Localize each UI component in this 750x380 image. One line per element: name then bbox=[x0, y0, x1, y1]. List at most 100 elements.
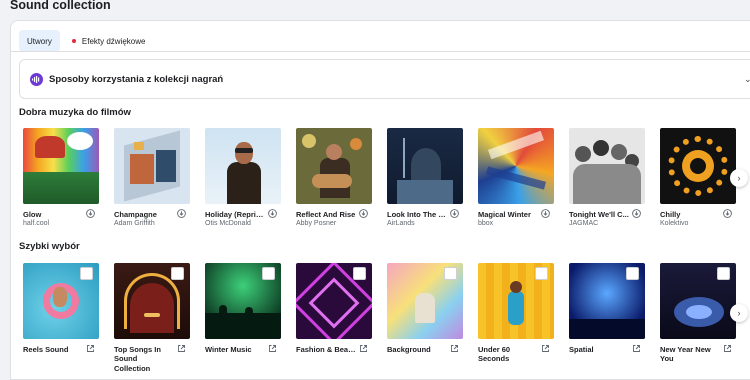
select-checkbox[interactable] bbox=[353, 267, 366, 280]
playlist-cover bbox=[296, 263, 372, 339]
track-title: Chilly bbox=[660, 210, 681, 219]
download-icon[interactable] bbox=[540, 208, 550, 218]
track-artist: bbox bbox=[478, 220, 494, 228]
playlist-cover bbox=[569, 263, 645, 339]
playlist-title: Under 60 Seconds bbox=[478, 345, 511, 364]
album-cover bbox=[569, 128, 645, 204]
select-checkbox[interactable] bbox=[171, 267, 184, 280]
playlist-title: Reels Sound bbox=[23, 345, 69, 354]
tab-bar: Utwory Efekty dźwiękowe bbox=[19, 30, 153, 52]
external-link-icon[interactable] bbox=[631, 343, 641, 353]
accordion-title: Sposoby korzystania z kolekcji nagrań bbox=[49, 73, 224, 85]
track-artist: Kolektivo bbox=[660, 220, 689, 228]
album-cover bbox=[660, 128, 736, 204]
playlist-title: Fashion & Beauty bbox=[296, 345, 356, 354]
external-link-icon[interactable] bbox=[449, 343, 459, 353]
download-icon[interactable] bbox=[85, 208, 95, 218]
playlist-cover bbox=[205, 263, 281, 339]
external-link-icon[interactable] bbox=[540, 343, 550, 353]
download-icon[interactable] bbox=[176, 208, 186, 218]
playlist-title: Top Songs In Sound Collection bbox=[114, 345, 161, 373]
playlist-title: Spatial bbox=[569, 345, 594, 354]
playlist-card[interactable]: Top Songs In Sound Collection bbox=[114, 263, 190, 373]
select-checkbox[interactable] bbox=[80, 267, 93, 280]
track-title: Holiday (Reprise) bbox=[205, 210, 265, 219]
download-icon[interactable] bbox=[358, 208, 368, 218]
playlist-card[interactable]: Spatial bbox=[569, 263, 645, 373]
playlist-cover bbox=[478, 263, 554, 339]
playlist-card[interactable]: Fashion & Beauty bbox=[296, 263, 372, 373]
chevron-down-icon[interactable]: ⌄ bbox=[744, 74, 750, 85]
playlist-title: New Year New You bbox=[660, 345, 711, 364]
section-title-films: Dobra muzyka do filmów bbox=[19, 107, 131, 118]
track-card[interactable]: Chilly Kolektivo bbox=[660, 128, 736, 227]
track-card[interactable]: Tonight We'll C... JAGMAC bbox=[569, 128, 645, 227]
select-checkbox[interactable] bbox=[444, 267, 457, 280]
track-title: Look Into The D... bbox=[387, 210, 447, 219]
select-checkbox[interactable] bbox=[535, 267, 548, 280]
external-link-icon[interactable] bbox=[85, 343, 95, 353]
tab-sound-effects[interactable]: Efekty dźwiękowe bbox=[60, 30, 154, 52]
track-card[interactable]: Champagne Adam Griffith bbox=[114, 128, 190, 227]
track-artist: Abby Posner bbox=[296, 220, 337, 228]
select-checkbox[interactable] bbox=[717, 267, 730, 280]
playlist-title: Background bbox=[387, 345, 431, 354]
chevron-right-icon: › bbox=[737, 308, 741, 318]
next-arrow-films[interactable]: › bbox=[730, 169, 748, 187]
playlist-cover bbox=[387, 263, 463, 339]
download-icon[interactable] bbox=[267, 208, 277, 218]
select-checkbox[interactable] bbox=[262, 267, 275, 280]
track-title: Reflect And Rise bbox=[296, 210, 356, 219]
track-card[interactable]: Glow half.cool bbox=[23, 128, 99, 227]
track-title: Tonight We'll C... bbox=[569, 210, 629, 219]
playlist-card[interactable]: Background bbox=[387, 263, 463, 373]
track-card[interactable]: Magical Winter bbox bbox=[478, 128, 554, 227]
tab-label: Efekty dźwiękowe bbox=[81, 36, 146, 46]
usage-accordion[interactable]: Sposoby korzystania z kolekcji nagrań ⌄ bbox=[19, 59, 750, 99]
playlist-cover bbox=[114, 263, 190, 339]
album-cover bbox=[205, 128, 281, 204]
playlist-cover bbox=[23, 263, 99, 339]
playlist-title: Winter Music bbox=[205, 345, 252, 354]
external-link-icon[interactable] bbox=[722, 343, 732, 353]
playlist-card[interactable]: Reels Sound bbox=[23, 263, 99, 373]
next-arrow-quick[interactable]: › bbox=[730, 304, 748, 322]
quick-row: Reels Sound Top Songs In Sound Collectio… bbox=[23, 263, 750, 373]
track-card[interactable]: Reflect And Rise Abby Posner bbox=[296, 128, 372, 227]
external-link-icon[interactable] bbox=[358, 343, 368, 353]
download-icon[interactable] bbox=[631, 208, 641, 218]
chevron-right-icon: › bbox=[737, 173, 741, 183]
external-link-icon[interactable] bbox=[267, 343, 277, 353]
tab-divider bbox=[11, 51, 750, 52]
tab-tracks[interactable]: Utwory bbox=[19, 30, 60, 52]
album-cover bbox=[478, 128, 554, 204]
films-row: Glow half.cool Champagne Adam Griffith H… bbox=[23, 128, 750, 227]
track-card[interactable]: Holiday (Reprise) Otis McDonald bbox=[205, 128, 281, 227]
section-title-quick: Szybki wybór bbox=[19, 241, 80, 252]
track-artist: half.cool bbox=[23, 220, 50, 228]
sound-collection-panel: Utwory Efekty dźwiękowe Sposoby korzysta… bbox=[10, 20, 750, 380]
track-artist: Adam Griffith bbox=[114, 220, 155, 228]
album-cover bbox=[296, 128, 372, 204]
album-cover bbox=[114, 128, 190, 204]
track-artist: Otis McDonald bbox=[205, 220, 251, 228]
tab-label: Utwory bbox=[27, 36, 52, 46]
album-cover bbox=[23, 128, 99, 204]
select-checkbox[interactable] bbox=[626, 267, 639, 280]
track-title: Champagne bbox=[114, 210, 157, 219]
track-artist: AirLands bbox=[387, 220, 415, 228]
playlist-card[interactable]: New Year New You bbox=[660, 263, 736, 373]
playlist-card[interactable]: Winter Music bbox=[205, 263, 281, 373]
track-card[interactable]: Look Into The D... AirLands bbox=[387, 128, 463, 227]
page-title: Sound collection bbox=[10, 0, 111, 12]
playlist-cover bbox=[660, 263, 736, 339]
track-artist: JAGMAC bbox=[569, 220, 599, 228]
track-title: Glow bbox=[23, 210, 42, 219]
album-cover bbox=[387, 128, 463, 204]
playlist-card[interactable]: Under 60 Seconds bbox=[478, 263, 554, 373]
sound-wave-icon bbox=[30, 72, 43, 86]
download-icon[interactable] bbox=[449, 208, 459, 218]
external-link-icon[interactable] bbox=[176, 343, 186, 353]
notification-dot bbox=[71, 39, 76, 43]
download-icon[interactable] bbox=[722, 208, 732, 218]
